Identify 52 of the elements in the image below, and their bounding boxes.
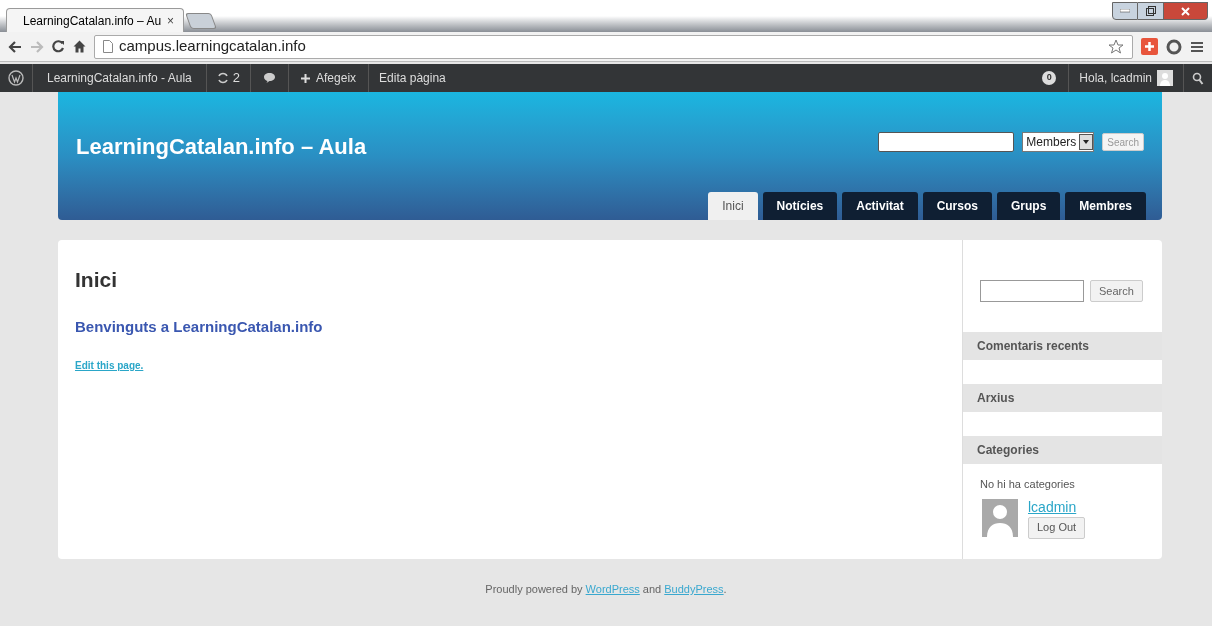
sidebar-search-field[interactable] <box>980 280 1084 302</box>
caret-icon <box>1083 140 1090 144</box>
header-search-field[interactable] <box>878 132 1015 152</box>
updates-count[interactable]: 2 <box>232 68 240 88</box>
nav-tab[interactable]: Membres <box>1065 192 1146 220</box>
reload-icon[interactable] <box>52 40 65 53</box>
wordpress-logo-icon[interactable] <box>8 70 24 86</box>
star-icon[interactable] <box>1108 38 1124 55</box>
site-name-link[interactable]: LearningCatalan.info - Aula <box>47 69 192 87</box>
tab-close-button[interactable]: × <box>167 11 175 30</box>
close-icon <box>1181 6 1190 16</box>
page-icon <box>103 40 113 53</box>
nav-tab[interactable]: Inici <box>708 192 758 220</box>
widget-heading: Comentaris recents <box>963 332 1162 360</box>
avatar-icon <box>1157 70 1173 86</box>
nav-tab[interactable]: Cursos <box>922 192 992 220</box>
nav-tab[interactable]: Grups <box>996 192 1061 220</box>
plus-icon <box>301 73 310 83</box>
tab-title: LearningCatalan.info – Au <box>23 12 162 30</box>
nav-tab[interactable]: Activitat <box>842 192 918 220</box>
widget-text: No hi ha categories <box>979 477 1076 492</box>
plus-extension-icon[interactable] <box>1141 38 1158 55</box>
page-title: Inici <box>75 267 118 293</box>
welcome-heading: Benvinguts a LearningCatalan.info <box>75 316 324 337</box>
new-tab-button[interactable] <box>185 13 217 29</box>
back-icon[interactable] <box>8 40 22 53</box>
browser-tab[interactable]: LearningCatalan.info – Au × <box>6 8 184 32</box>
ring-extension-icon[interactable] <box>1166 38 1182 55</box>
notification-badge[interactable]: 0 <box>1042 71 1057 85</box>
widget-heading: Categories <box>963 436 1162 464</box>
refresh-icon <box>216 72 229 84</box>
home-icon[interactable] <box>73 40 86 53</box>
footer-text: Proudly powered by WordPress and BuddyPress. <box>485 582 727 597</box>
restore-button[interactable] <box>1138 2 1164 20</box>
minimize-button[interactable] <box>1112 2 1138 20</box>
new-link[interactable]: Afegeix <box>316 69 357 87</box>
avatar-icon <box>982 498 1018 537</box>
logout-button[interactable]: Log Out <box>1028 516 1086 539</box>
restore-icon <box>1145 6 1156 16</box>
menu-icon[interactable] <box>1190 39 1204 54</box>
address-bar[interactable]: campus.learningcatalan.info <box>94 34 1133 59</box>
greeting-link[interactable]: Hola, lcadmin <box>1079 69 1152 87</box>
scope-dropdown[interactable]: Members <box>1022 132 1095 152</box>
minimize-icon <box>1120 9 1130 13</box>
close-button[interactable] <box>1164 2 1208 20</box>
url-text: campus.learningcatalan.info <box>119 36 306 57</box>
sidebar-search-button[interactable]: Search <box>1090 280 1143 302</box>
nav-tab[interactable]: Notícies <box>762 192 838 220</box>
search-icon[interactable] <box>1192 71 1204 85</box>
edit-page-link[interactable]: Edita pàgina <box>379 69 446 87</box>
widget-heading: Arxius <box>963 384 1162 412</box>
comment-icon[interactable] <box>263 72 276 84</box>
